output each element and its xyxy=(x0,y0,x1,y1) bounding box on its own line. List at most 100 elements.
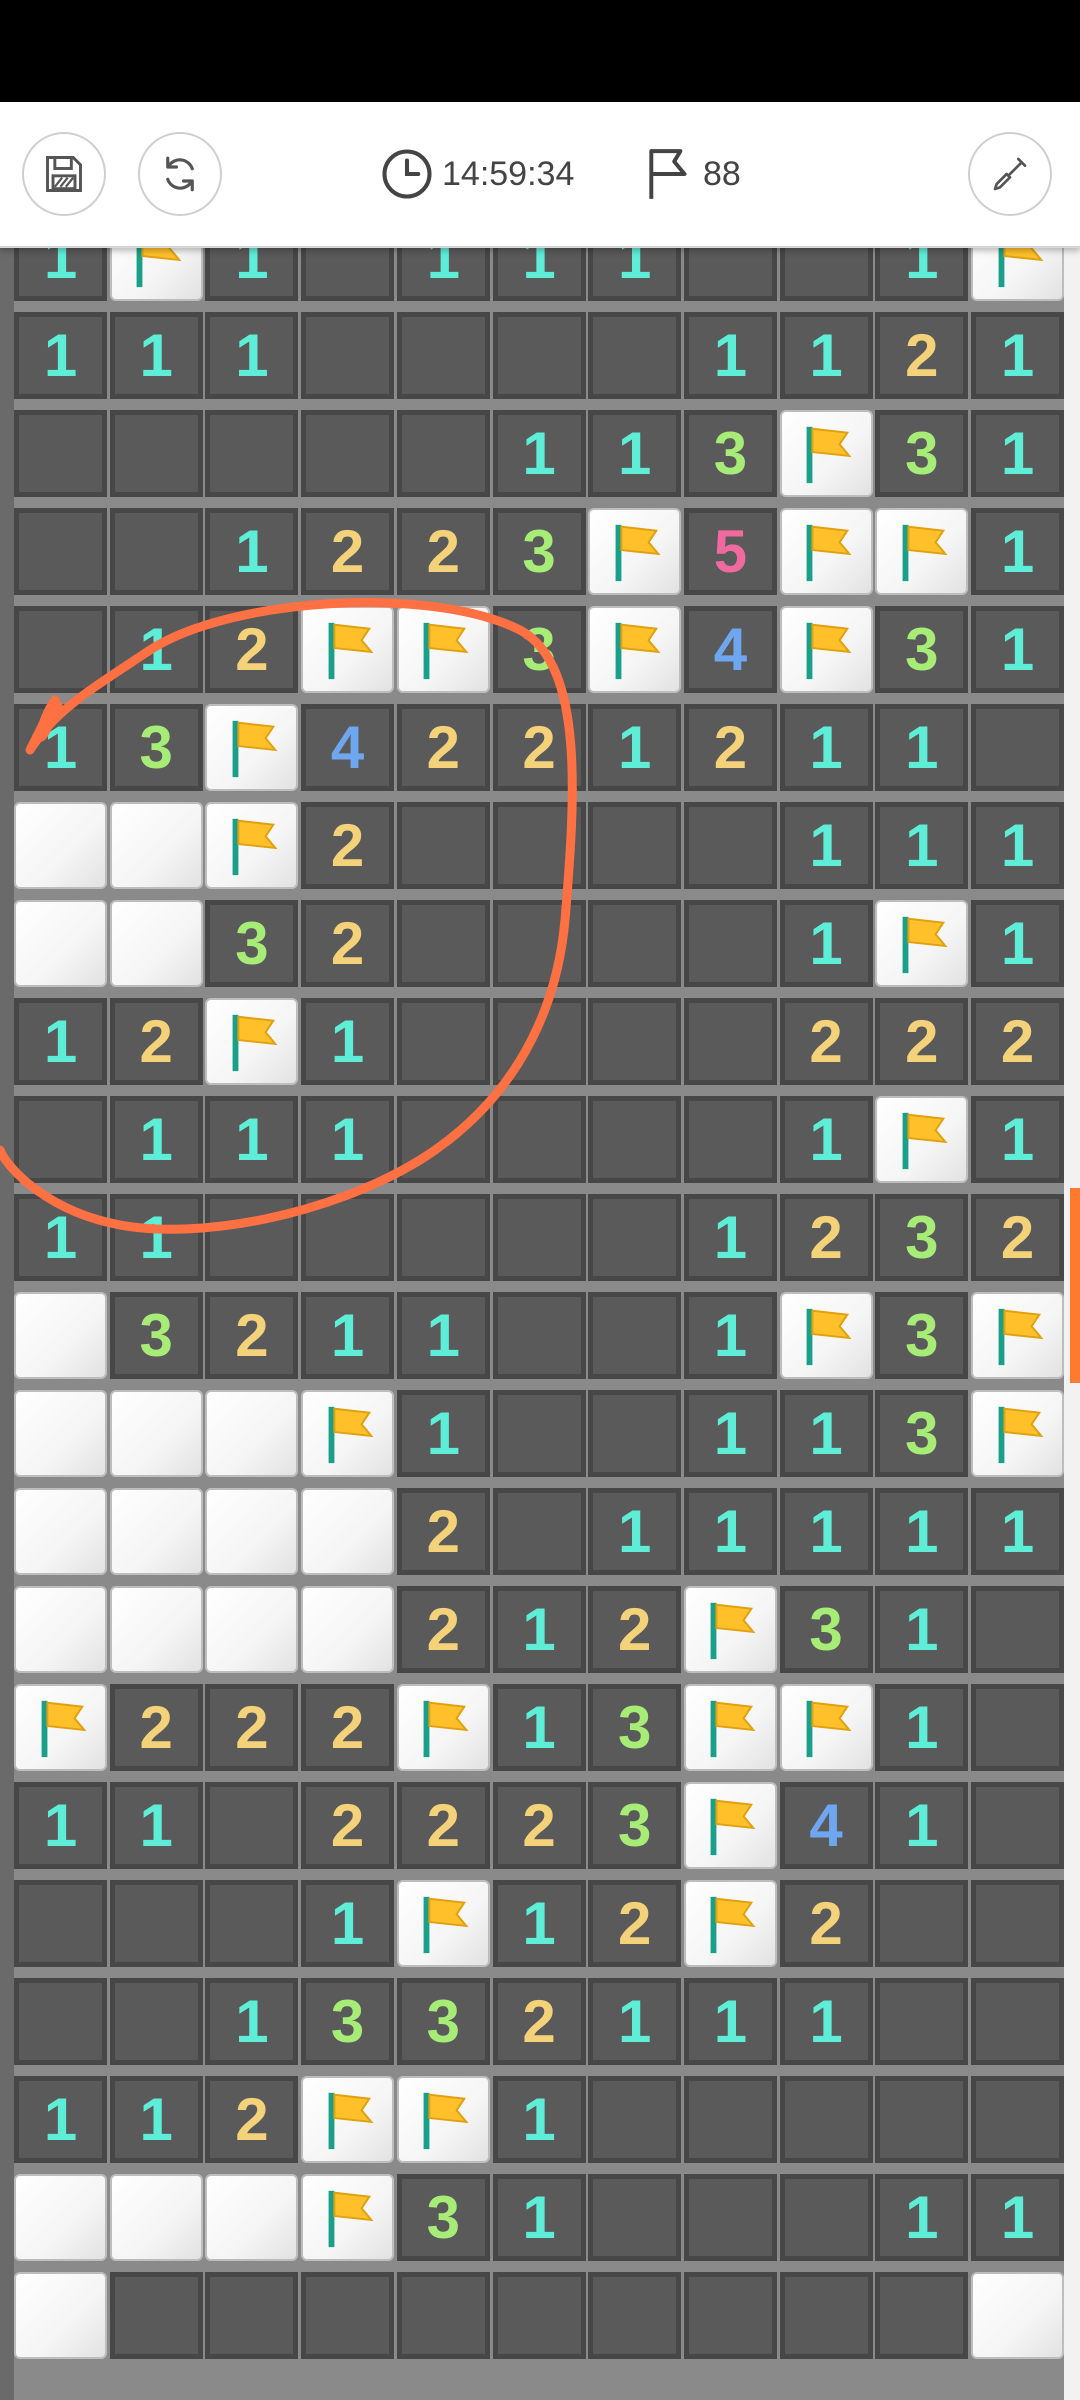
tile-number[interactable]: 2 xyxy=(396,1586,490,1673)
tile-number[interactable]: 1 xyxy=(779,1978,873,2065)
tile-unrevealed[interactable] xyxy=(588,1194,682,1281)
dig-mode-button[interactable] xyxy=(968,132,1052,216)
tile-number[interactable]: 2 xyxy=(492,1978,586,2065)
tile-number[interactable]: 2 xyxy=(301,1782,395,1869)
tile-unrevealed[interactable] xyxy=(683,2076,777,2163)
tile-unrevealed[interactable] xyxy=(109,410,203,497)
tile-flagged[interactable] xyxy=(396,606,490,693)
tile-number[interactable]: 3 xyxy=(875,1292,969,1379)
tile-number[interactable]: 1 xyxy=(301,1880,395,1967)
tile-unrevealed[interactable] xyxy=(588,1096,682,1183)
tile-number[interactable]: 3 xyxy=(683,410,777,497)
tile-number[interactable]: 1 xyxy=(971,1096,1064,1183)
tile-number[interactable]: 1 xyxy=(492,2076,586,2163)
tile-number[interactable]: 1 xyxy=(14,2076,107,2163)
tile-revealed-empty[interactable] xyxy=(205,2174,299,2261)
tile-flagged[interactable] xyxy=(301,2174,395,2261)
tile-unrevealed[interactable] xyxy=(14,606,107,693)
tile-unrevealed[interactable] xyxy=(492,1390,586,1477)
tile-flagged[interactable] xyxy=(205,802,299,889)
tile-unrevealed[interactable] xyxy=(205,1782,299,1869)
restart-button[interactable] xyxy=(138,132,222,216)
tile-number[interactable]: 2 xyxy=(205,2076,299,2163)
tile-number[interactable]: 1 xyxy=(492,1880,586,1967)
tile-number[interactable]: 2 xyxy=(875,312,969,399)
tile-number[interactable]: 2 xyxy=(396,704,490,791)
tile-number[interactable]: 1 xyxy=(396,1390,490,1477)
tile-number[interactable]: 2 xyxy=(205,1292,299,1379)
tile-unrevealed[interactable] xyxy=(396,1194,490,1281)
tile-unrevealed[interactable] xyxy=(396,998,490,1085)
tile-unrevealed[interactable] xyxy=(875,1978,969,2065)
tile-unrevealed[interactable] xyxy=(683,2174,777,2261)
tile-flagged[interactable] xyxy=(396,2076,490,2163)
tile-number[interactable]: 2 xyxy=(779,1880,873,1967)
tile-revealed-empty[interactable] xyxy=(14,1390,107,1477)
tile-number[interactable]: 5 xyxy=(683,508,777,595)
tile-unrevealed[interactable] xyxy=(875,2076,969,2163)
tile-number[interactable]: 2 xyxy=(492,704,586,791)
tile-number[interactable]: 3 xyxy=(492,508,586,595)
tile-unrevealed[interactable] xyxy=(492,1292,586,1379)
tile-number[interactable]: 1 xyxy=(492,1684,586,1771)
tile-number[interactable]: 2 xyxy=(875,998,969,1085)
tile-number[interactable]: 1 xyxy=(109,2076,203,2163)
tile-unrevealed[interactable] xyxy=(971,1978,1064,2065)
tile-flagged[interactable] xyxy=(205,704,299,791)
tile-unrevealed[interactable] xyxy=(109,508,203,595)
tile-revealed-empty[interactable] xyxy=(301,1586,395,1673)
tile-number[interactable]: 2 xyxy=(301,1684,395,1771)
tile-unrevealed[interactable] xyxy=(14,410,107,497)
tile-revealed-empty[interactable] xyxy=(14,1292,107,1379)
tile-number[interactable]: 1 xyxy=(779,900,873,987)
tile-unrevealed[interactable] xyxy=(14,1880,107,1967)
tile-flagged[interactable] xyxy=(971,1292,1064,1379)
tile-number[interactable]: 2 xyxy=(205,606,299,693)
tile-number[interactable]: 1 xyxy=(971,312,1064,399)
tile-number[interactable]: 3 xyxy=(875,1390,969,1477)
tile-number[interactable]: 1 xyxy=(109,1096,203,1183)
tile-flagged[interactable] xyxy=(683,1880,777,1967)
tile-number[interactable]: 3 xyxy=(301,1978,395,2065)
tile-number[interactable]: 1 xyxy=(588,704,682,791)
tile-unrevealed[interactable] xyxy=(588,1292,682,1379)
save-button[interactable] xyxy=(22,132,106,216)
tile-number[interactable]: 3 xyxy=(396,1978,490,2065)
tile-number[interactable]: 1 xyxy=(683,312,777,399)
tile-flagged[interactable] xyxy=(779,606,873,693)
tile-unrevealed[interactable] xyxy=(205,2272,299,2359)
tile-unrevealed[interactable] xyxy=(683,802,777,889)
tile-flagged[interactable] xyxy=(875,1096,969,1183)
tile-unrevealed[interactable] xyxy=(971,1586,1064,1673)
tile-number[interactable]: 1 xyxy=(492,1586,586,1673)
tile-number[interactable]: 3 xyxy=(779,1586,873,1673)
tile-unrevealed[interactable] xyxy=(971,1880,1064,1967)
tile-unrevealed[interactable] xyxy=(109,2272,203,2359)
tile-revealed-empty[interactable] xyxy=(14,900,107,987)
tile-unrevealed[interactable] xyxy=(492,1096,586,1183)
tile-number[interactable]: 1 xyxy=(14,312,107,399)
tile-number[interactable]: 3 xyxy=(396,2174,490,2261)
tile-number[interactable]: 1 xyxy=(683,1194,777,1281)
tile-unrevealed[interactable] xyxy=(588,2174,682,2261)
tile-number[interactable]: 1 xyxy=(875,1586,969,1673)
tile-unrevealed[interactable] xyxy=(14,1096,107,1183)
tile-flagged[interactable] xyxy=(301,2076,395,2163)
tile-number[interactable]: 1 xyxy=(779,1096,873,1183)
tile-unrevealed[interactable] xyxy=(14,508,107,595)
tile-revealed-empty[interactable] xyxy=(301,1488,395,1575)
tile-revealed-empty[interactable] xyxy=(205,1390,299,1477)
tile-unrevealed[interactable] xyxy=(588,802,682,889)
tile-revealed-empty[interactable] xyxy=(109,900,203,987)
tile-flagged[interactable] xyxy=(301,606,395,693)
tile-number[interactable]: 1 xyxy=(492,410,586,497)
tile-flagged[interactable] xyxy=(779,410,873,497)
tile-number[interactable]: 1 xyxy=(683,1292,777,1379)
tile-unrevealed[interactable] xyxy=(588,2272,682,2359)
tile-unrevealed[interactable] xyxy=(779,2076,873,2163)
tile-unrevealed[interactable] xyxy=(396,900,490,987)
tile-number[interactable]: 1 xyxy=(875,2174,969,2261)
tile-revealed-empty[interactable] xyxy=(109,1488,203,1575)
tile-number[interactable]: 3 xyxy=(109,704,203,791)
tile-revealed-empty[interactable] xyxy=(109,802,203,889)
